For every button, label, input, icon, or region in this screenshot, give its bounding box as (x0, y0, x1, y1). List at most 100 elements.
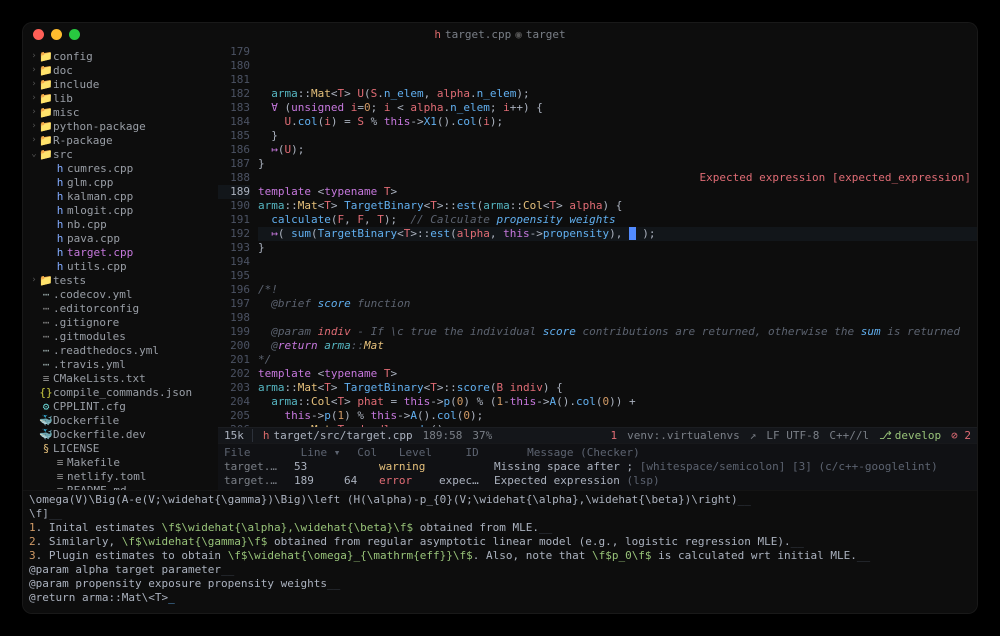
window-controls (33, 29, 80, 40)
code-line[interactable]: arma::Col<T> phat = this->p(0) % (1-this… (258, 395, 977, 409)
doc-line: 1. Inital estimates \f$\widehat{\alpha},… (29, 521, 971, 535)
code-line[interactable]: ↦(U); (258, 143, 977, 157)
code-line[interactable]: } (258, 241, 977, 255)
file-icon: 🐳 (39, 414, 53, 427)
tree-file[interactable]: ≡CMakeLists.txt (23, 371, 218, 385)
sync-status: ⊘ 2 (951, 429, 971, 442)
tree-file[interactable]: ≡Makefile (23, 455, 218, 469)
tree-file[interactable]: hkalman.cpp (23, 189, 218, 203)
code-line[interactable]: template <typename T> (258, 367, 977, 381)
code-line[interactable]: arma::Mat<T> dp_dlp = dp(); (258, 423, 977, 427)
code-line[interactable]: @return arma::Mat (258, 339, 977, 353)
minimize-icon[interactable] (51, 29, 62, 40)
tree-folder[interactable]: ›📁python-package (23, 119, 218, 133)
tree-file[interactable]: hglm.cpp (23, 175, 218, 189)
doc-line: 3. Plugin estimates to obtain \f$\wideha… (29, 549, 971, 563)
file-icon: h (53, 204, 67, 217)
tree-file[interactable]: hnb.cpp (23, 217, 218, 231)
code-line[interactable]: this->p(1) % this->A().col(0); (258, 409, 977, 423)
code-line[interactable]: @param indiv - If \c true the individual… (258, 325, 977, 339)
code-line[interactable]: ↦( sum(TargetBinary<T>::est(alpha, this-… (258, 227, 977, 241)
tree-file[interactable]: ≡netlify.toml (23, 469, 218, 483)
code-line[interactable]: */ (258, 353, 977, 367)
doc-line: @param alpha target parameter__ (29, 563, 971, 577)
tree-item-label: kalman.cpp (67, 190, 133, 203)
flycheck-row[interactable]: target.…53warningMissing space after ; [… (224, 460, 971, 474)
tree-item-label: .gitmodules (53, 330, 126, 343)
tree-file[interactable]: ⋯.codecov.yml (23, 287, 218, 301)
doc-line: 2. Similarly, \f$\widehat{\gamma}\f$ obt… (29, 535, 971, 549)
file-icon: {} (39, 386, 53, 399)
code-line[interactable]: arma::Mat<T> TargetBinary<T>::est(arma::… (258, 199, 977, 213)
file-icon: ≡ (39, 372, 53, 385)
location-icon: ↗ (750, 429, 757, 442)
tree-folder[interactable]: ›📁include (23, 77, 218, 91)
tree-item-label: netlify.toml (67, 470, 146, 483)
tree-file[interactable]: ⋯.readthedocs.yml (23, 343, 218, 357)
tree-file[interactable]: ≡README.md (23, 483, 218, 490)
line-number-gutter: 1791801811821831841851861871881891901911… (218, 45, 258, 427)
flycheck-error-list[interactable]: File Line ▾ Col Level ID Message (Checke… (218, 443, 977, 490)
file-icon: ⚙ (39, 400, 53, 413)
file-icon: § (39, 442, 53, 455)
code-line[interactable]: } (258, 157, 977, 171)
code-line[interactable]: U.col(i) = S % this->X1().col(i); (258, 115, 977, 129)
file-icon: ⋯ (39, 302, 53, 315)
title-project: target (526, 28, 566, 41)
tree-file[interactable]: ⋯.travis.yml (23, 357, 218, 371)
tree-file[interactable]: ⋯.gitignore (23, 315, 218, 329)
tree-folder[interactable]: ›📁doc (23, 63, 218, 77)
inline-error: Expected expression [expected_expression… (699, 171, 971, 185)
code-line[interactable]: template <typename T> (258, 185, 977, 199)
tree-folder[interactable]: ›📁misc (23, 105, 218, 119)
tree-item-label: doc (53, 64, 73, 77)
tree-folder[interactable]: ›📁tests (23, 273, 218, 287)
tree-file[interactable]: hpava.cpp (23, 231, 218, 245)
git-branch: ⎇develop (879, 429, 941, 442)
code-line[interactable]: } (258, 129, 977, 143)
tree-item-label: CMakeLists.txt (53, 372, 146, 385)
documentation-pane[interactable]: \omega(V)\Big(A-e(V;\widehat{\gamma})\Bi… (23, 490, 977, 613)
file-icon: h (53, 176, 67, 189)
zoom-icon[interactable] (69, 29, 80, 40)
tree-file[interactable]: {}compile_commands.json (23, 385, 218, 399)
code-line[interactable]: @brief score function (258, 297, 977, 311)
flycheck-header: File Line ▾ Col Level ID Message (Checke… (224, 446, 971, 460)
tree-file[interactable]: htarget.cpp (23, 245, 218, 259)
code-line[interactable]: ∀ (unsigned i=0; i < alpha.n_elem; i++) … (258, 101, 977, 115)
tree-folder[interactable]: ›📁R-package (23, 133, 218, 147)
buffer-path: htarget/src/target.cpp (263, 429, 413, 442)
doc-line: \omega(V)\Big(A-e(V;\widehat{\gamma})\Bi… (29, 493, 971, 507)
code-line[interactable]: arma::Mat<T> U(S.n_elem, alpha.n_elem); (258, 87, 977, 101)
tree-file[interactable]: 🐳Dockerfile.dev (23, 427, 218, 441)
tree-item-label: src (53, 148, 73, 161)
tree-file[interactable]: §LICENSE (23, 441, 218, 455)
flycheck-row[interactable]: target.…18964errorexpec…Expected express… (224, 474, 971, 488)
tree-file[interactable]: 🐳Dockerfile (23, 413, 218, 427)
tree-file[interactable]: ⋯.gitmodules (23, 329, 218, 343)
tree-item-label: python-package (53, 120, 146, 133)
code-line[interactable]: calculate(F, F, T); // Calculate propens… (258, 213, 977, 227)
code-area[interactable]: 1791801811821831841851861871881891901911… (218, 45, 977, 427)
titlebar: htarget.cpp◉target (23, 23, 977, 45)
code-line[interactable] (258, 269, 977, 283)
code-line[interactable]: /*! (258, 283, 977, 297)
code-line[interactable]: arma::Mat<T> TargetBinary<T>::score(B in… (258, 381, 977, 395)
tree-file[interactable]: ⚙CPPLINT.cfg (23, 399, 218, 413)
tree-file[interactable]: hmlogit.cpp (23, 203, 218, 217)
tree-folder[interactable]: ⌄📁src (23, 147, 218, 161)
close-icon[interactable] (33, 29, 44, 40)
tree-file[interactable]: hutils.cpp (23, 259, 218, 273)
tree-item-label: R-package (53, 134, 113, 147)
file-icon: ≡ (53, 470, 67, 483)
tree-folder[interactable]: ›📁config (23, 49, 218, 63)
code-content[interactable]: Expected expression [expected_expression… (258, 45, 977, 427)
tree-file[interactable]: hcumres.cpp (23, 161, 218, 175)
tree-folder[interactable]: ›📁lib (23, 91, 218, 105)
tree-file[interactable]: ⋯.editorconfig (23, 301, 218, 315)
tree-item-label: compile_commands.json (53, 386, 192, 399)
tree-item-label: .gitignore (53, 316, 119, 329)
code-line[interactable] (258, 255, 977, 269)
code-line[interactable] (258, 311, 977, 325)
file-tree[interactable]: ›📁config›📁doc›📁include›📁lib›📁misc›📁pytho… (23, 45, 218, 490)
